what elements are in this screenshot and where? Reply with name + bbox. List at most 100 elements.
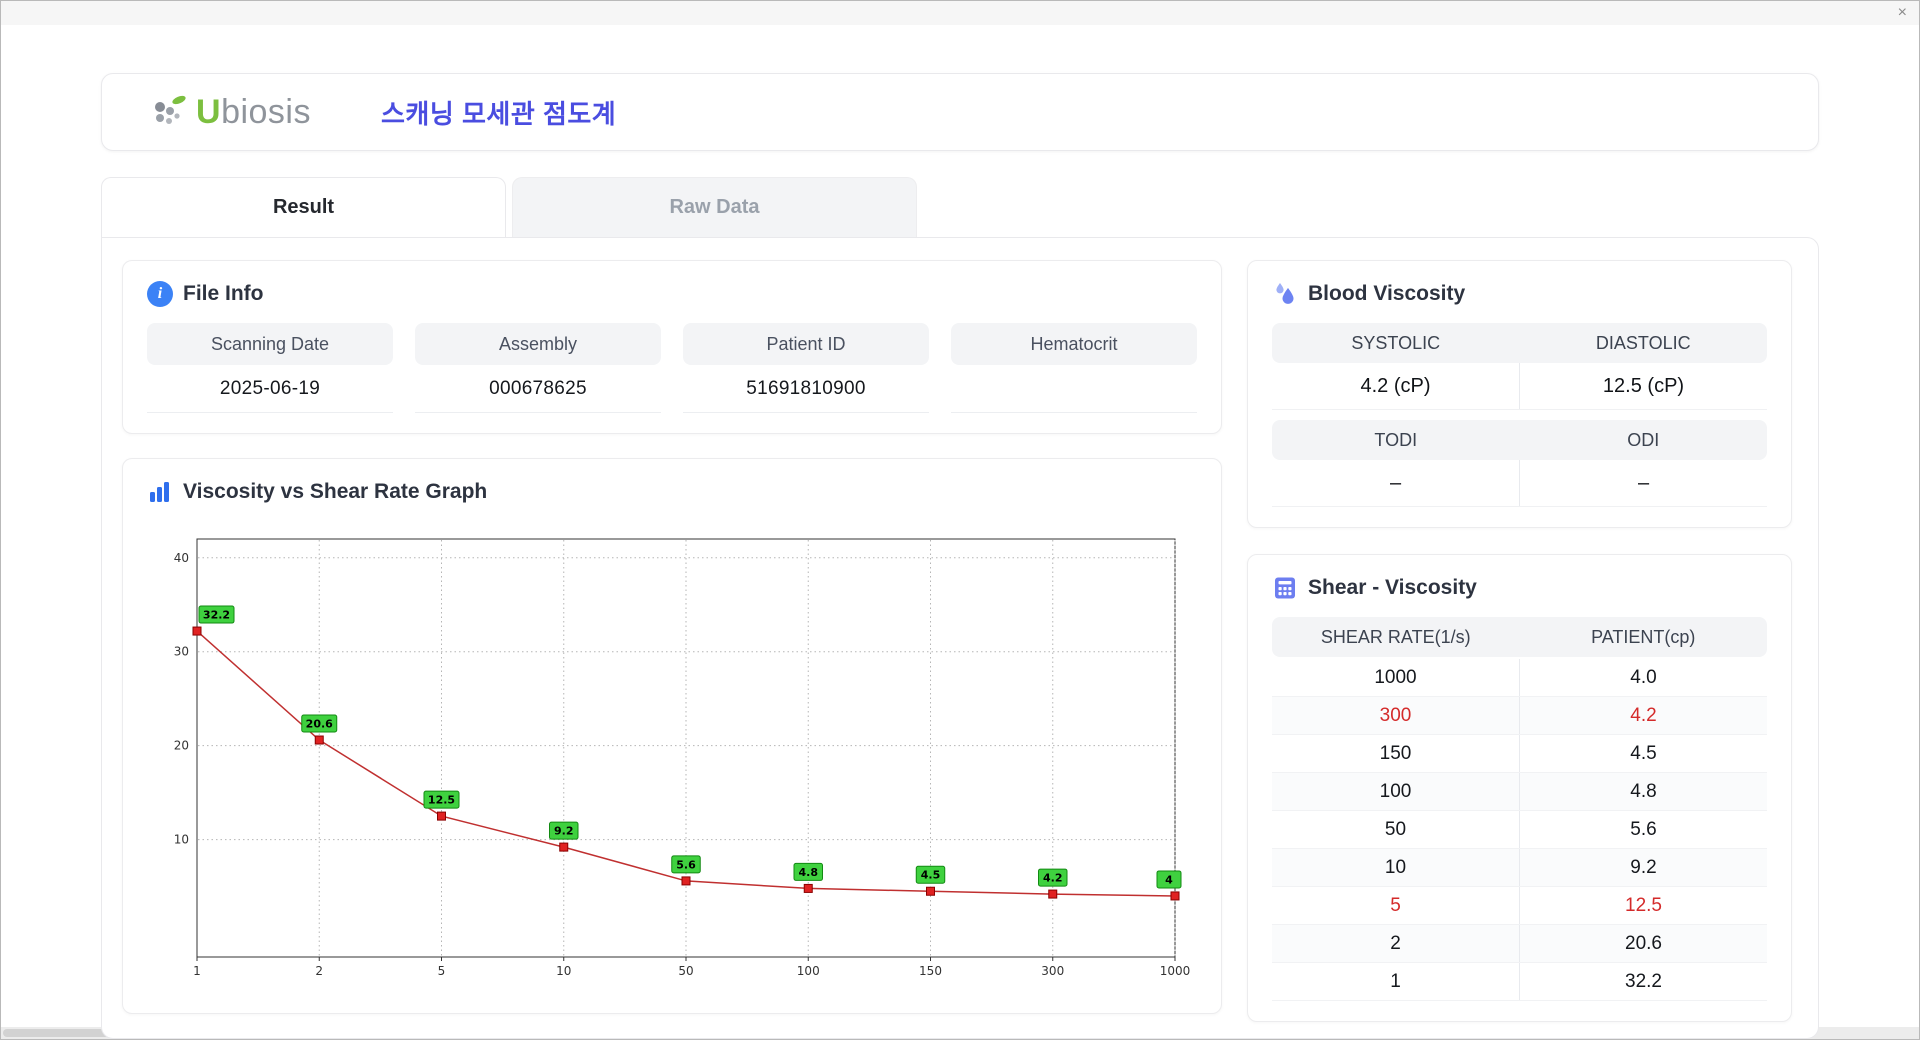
shear-rate-value: 50 (1384, 818, 1407, 840)
patient-viscosity-value: 5.6 (1519, 811, 1767, 848)
svg-text:30: 30 (174, 645, 189, 659)
table-row: 1 32.2 (1272, 963, 1767, 1001)
blood-viscosity-card: Blood Viscosity SYSTOLIC DIASTOLIC 4.2 (… (1247, 260, 1792, 528)
table-row: 2 20.6 (1272, 925, 1767, 963)
close-icon[interactable]: × (1898, 5, 1907, 21)
field-label: Scanning Date (147, 323, 393, 365)
svg-text:20: 20 (174, 739, 189, 753)
file-info-title-row: i File Info (147, 281, 1197, 307)
odi-value: – (1519, 460, 1767, 506)
svg-text:10: 10 (174, 833, 189, 847)
table-row: 10 9.2 (1272, 849, 1767, 887)
patient-viscosity-value: 4.8 (1519, 773, 1767, 810)
svg-text:10: 10 (556, 964, 571, 978)
field-value (951, 365, 1197, 413)
field-hematocrit: Hematocrit (951, 323, 1197, 413)
shear-rate-value: 1 (1390, 970, 1401, 992)
bv-value-row-1: 4.2 (cP) 12.5 (cP) (1272, 363, 1767, 410)
page: Ubiosis 스캐닝 모세관 점도계 Result Raw Data i Fi… (1, 73, 1919, 1039)
todi-label: TODI (1374, 429, 1418, 450)
todi-value: – (1389, 471, 1402, 494)
svg-text:4: 4 (1165, 873, 1173, 886)
shear-rate-column-header: SHEAR RATE(1/s) (1320, 626, 1471, 647)
patient-viscosity-value: 4.2 (1519, 697, 1767, 734)
shear-viscosity-card: Shear - Viscosity SHEAR RATE(1/s) PATIEN… (1247, 554, 1792, 1022)
svg-text:4.5: 4.5 (921, 869, 941, 882)
app-window: × Ubiosis 스캐닝 모세관 점도계 Result Raw Data i … (0, 0, 1920, 1040)
field-patient-id: Patient ID 51691810900 (683, 323, 929, 413)
viscosity-graph-card: Viscosity vs Shear Rate Graph 10 20 30 40 1 2… (122, 458, 1222, 1014)
bv-value-row-2: – – (1272, 460, 1767, 507)
shear-table-header: SHEAR RATE(1/s) PATIENT(cp) (1272, 617, 1767, 657)
svg-text:5.6: 5.6 (676, 858, 696, 871)
svg-text:1000: 1000 (1160, 964, 1191, 978)
result-panel: i File Info Scanning Date 2025-06-19 Ass… (101, 237, 1819, 1039)
page-title: 스캐닝 모세관 점도계 (381, 98, 617, 129)
field-value: 000678625 (415, 365, 661, 413)
odi-label: ODI (1627, 429, 1660, 450)
field-value: 51691810900 (683, 365, 929, 413)
bv-header-row-2: TODI ODI (1272, 420, 1767, 460)
shear-rate-value: 10 (1384, 856, 1407, 878)
table-row: 50 5.6 (1272, 811, 1767, 849)
svg-text:4.8: 4.8 (799, 866, 819, 879)
svg-text:2: 2 (315, 964, 323, 978)
systolic-label: SYSTOLIC (1351, 332, 1441, 353)
field-assembly: Assembly 000678625 (415, 323, 661, 413)
table-row: 100 4.8 (1272, 773, 1767, 811)
patient-viscosity-value: 32.2 (1519, 963, 1767, 1000)
svg-text:150: 150 (919, 964, 942, 978)
patient-viscosity-value: 4.0 (1519, 659, 1767, 696)
droplet-icon (1272, 281, 1298, 307)
file-info-card: i File Info Scanning Date 2025-06-19 Ass… (122, 260, 1222, 434)
svg-text:9.2: 9.2 (554, 825, 574, 838)
tab-result[interactable]: Result (101, 177, 506, 237)
shear-rate-value: 5 (1390, 894, 1401, 916)
left-column: i File Info Scanning Date 2025-06-19 Ass… (122, 260, 1222, 1022)
right-column: Blood Viscosity SYSTOLIC DIASTOLIC 4.2 (… (1247, 260, 1792, 1022)
logo-text: Ubiosis (196, 92, 311, 131)
bar-chart-icon (147, 479, 173, 505)
table-row: 150 4.5 (1272, 735, 1767, 773)
file-info-fields: Scanning Date 2025-06-19 Assembly 000678… (147, 323, 1197, 413)
shear-viscosity-rows: 1000 4.0 300 4.2 150 4.5 100 4.8 50 5.6 … (1272, 659, 1767, 1001)
shear-rate-value: 100 (1379, 780, 1412, 802)
svg-text:50: 50 (678, 964, 693, 978)
svg-text:300: 300 (1041, 964, 1064, 978)
field-label: Patient ID (683, 323, 929, 365)
info-icon: i (147, 281, 173, 307)
shear-rate-value: 150 (1379, 742, 1412, 764)
viscosity-chart: 10 20 30 40 1 2 5 10 50 100 150 300 1000 32.2 20.6 12.5… (147, 521, 1197, 996)
diastolic-label: DIASTOLIC (1595, 332, 1691, 353)
svg-text:32.2: 32.2 (203, 609, 230, 622)
table-row: 1000 4.0 (1272, 659, 1767, 697)
app-header: Ubiosis 스캐닝 모세관 점도계 (101, 73, 1819, 151)
svg-text:40: 40 (174, 551, 189, 565)
titlebar: × (1, 1, 1919, 25)
patient-viscosity-value: 9.2 (1519, 849, 1767, 886)
patient-column-header: PATIENT(cp) (1591, 626, 1696, 647)
shear-rate-value: 1000 (1374, 666, 1417, 688)
field-scanning-date: Scanning Date 2025-06-19 (147, 323, 393, 413)
calculator-grid-icon (1272, 575, 1298, 601)
shear-viscosity-title: Shear - Viscosity (1308, 576, 1477, 599)
graph-title: Viscosity vs Shear Rate Graph (183, 480, 488, 503)
systolic-value: 4.2 (cP) (1360, 374, 1431, 397)
file-info-title: File Info (183, 282, 264, 305)
patient-viscosity-value: 20.6 (1519, 925, 1767, 962)
svg-text:20.6: 20.6 (306, 718, 333, 731)
blood-viscosity-title: Blood Viscosity (1308, 282, 1466, 305)
diastolic-value: 12.5 (cP) (1519, 363, 1767, 409)
svg-text:100: 100 (797, 964, 820, 978)
svg-text:1: 1 (193, 964, 201, 978)
shear-viscosity-title-row: Shear - Viscosity (1272, 575, 1767, 601)
svg-text:5: 5 (438, 964, 446, 978)
table-row: 5 12.5 (1272, 887, 1767, 925)
patient-viscosity-value: 4.5 (1519, 735, 1767, 772)
patient-viscosity-value: 12.5 (1519, 887, 1767, 924)
shear-rate-value: 2 (1390, 932, 1401, 954)
bv-header-row-1: SYSTOLIC DIASTOLIC (1272, 323, 1767, 363)
ubiosis-logo-icon (148, 92, 192, 132)
field-value: 2025-06-19 (147, 365, 393, 413)
tab-raw-data[interactable]: Raw Data (512, 177, 917, 237)
